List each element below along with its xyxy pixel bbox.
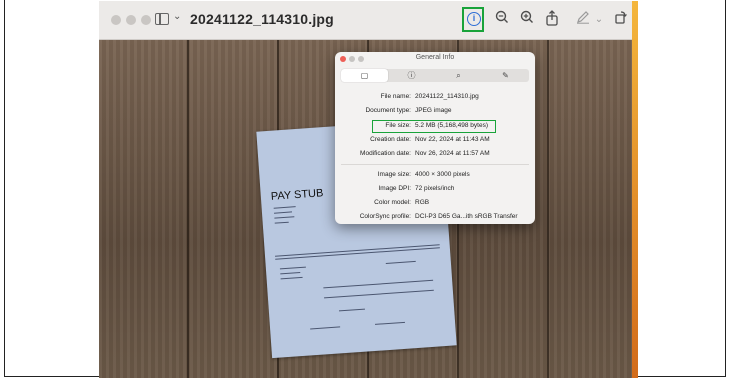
panel-divider — [341, 164, 529, 165]
info-value: RGB — [415, 199, 430, 206]
info-row-document-type: Document type: JPEG image — [335, 107, 535, 117]
info-label: File name: — [380, 93, 411, 100]
info-label: Creation date: — [370, 136, 411, 143]
sidebar-icon[interactable] — [155, 13, 169, 25]
tab-annotations[interactable]: ✎ — [482, 69, 529, 82]
file-size-highlight — [372, 120, 496, 133]
info-value: Nov 26, 2024 at 11:57 AM — [415, 150, 490, 157]
search-icon: ⌕ — [456, 71, 461, 80]
preview-window: ⌄ 20241122_114310.jpg i ⌄ PAY STUB Gener… — [99, 1, 633, 378]
document-icon: ▢ — [360, 71, 369, 80]
zoom-window-button[interactable] — [141, 15, 151, 25]
general-info-panel: General Info ▢ ⓘ ⌕ ✎ File name: 20241122… — [335, 52, 535, 224]
pay-stub-heading: PAY STUB — [270, 187, 324, 203]
share-icon[interactable] — [542, 10, 562, 30]
info-label: Image DPI: — [378, 185, 411, 192]
panel-header: General Info — [335, 52, 535, 66]
info-value: DCI-P3 D65 Ga...ith sRGB Transfer — [415, 213, 518, 220]
info-row-image-size: Image size: 4000 × 3000 pixels — [335, 171, 535, 181]
info-label: Color model: — [374, 199, 411, 206]
close-window-button[interactable] — [111, 15, 121, 25]
info-row-modification-date: Modification date: Nov 26, 2024 at 11:57… — [335, 150, 535, 160]
info-value: JPEG image — [415, 107, 452, 114]
markup-chevron-icon[interactable]: ⌄ — [589, 10, 609, 30]
inspector-tabs: ▢ ⓘ ⌕ ✎ — [341, 69, 529, 82]
info-icon: ⓘ — [407, 71, 416, 80]
chevron-down-icon[interactable]: ⌄ — [173, 11, 181, 22]
info-row-creation-date: Creation date: Nov 22, 2024 at 11:43 AM — [335, 136, 535, 146]
info-label: ColorSync profile: — [359, 213, 411, 220]
zoom-out-icon[interactable] — [492, 10, 512, 30]
info-value: 72 pixels/inch — [415, 185, 455, 192]
info-row-color-model: Color model: RGB — [335, 199, 535, 209]
info-value: 20241122_114310.jpg — [415, 93, 479, 100]
title-bar: ⌄ 20241122_114310.jpg i ⌄ — [99, 1, 633, 40]
info-row-image-dpi: Image DPI: 72 pixels/inch — [335, 185, 535, 195]
panel-title: General Info — [415, 54, 455, 61]
info-row-colorsync-profile: ColorSync profile: DCI-P3 D65 Ga...ith s… — [335, 213, 535, 223]
rotate-icon[interactable] — [611, 10, 631, 30]
tab-general-info[interactable]: ▢ — [341, 69, 388, 82]
zoom-in-icon[interactable] — [517, 10, 537, 30]
info-value: 4000 × 3000 pixels — [415, 171, 470, 178]
info-label: Document type: — [365, 107, 411, 114]
info-label: Modification date: — [360, 150, 411, 157]
minimize-window-button[interactable] — [126, 15, 136, 25]
info-label: Image size: — [377, 171, 411, 178]
desktop-wallpaper-edge — [632, 1, 638, 378]
info-icon[interactable]: i — [467, 12, 481, 26]
tab-more-info[interactable]: ⓘ — [388, 69, 435, 82]
pen-icon: ✎ — [502, 71, 509, 80]
window-title: 20241122_114310.jpg — [190, 11, 334, 27]
info-row-file-name: File name: 20241122_114310.jpg — [335, 93, 535, 103]
tab-keywords[interactable]: ⌕ — [435, 69, 482, 82]
info-value: Nov 22, 2024 at 11:43 AM — [415, 136, 490, 143]
